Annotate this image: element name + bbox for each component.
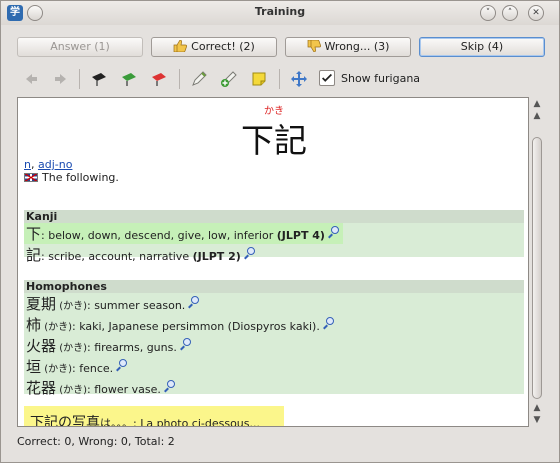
gloss-text: The following. (42, 171, 119, 184)
magnifier-icon[interactable] (179, 338, 193, 352)
homophone-meaning: : flower vase. (87, 383, 161, 396)
scroll-up-arrow-icon[interactable]: ▲ (532, 111, 542, 121)
kanji-char[interactable]: 記 (26, 246, 41, 264)
pos-separator: , (30, 158, 38, 171)
black-tag-icon[interactable] (89, 69, 109, 89)
magnifier-icon[interactable] (243, 247, 257, 261)
homophone-row: 火器 (かき): firearms, guns. (24, 335, 524, 356)
homophone-reading: (かき) (56, 343, 87, 354)
pos-link-n[interactable]: n (24, 158, 31, 171)
red-tag-icon[interactable] (149, 69, 169, 89)
homophone-reading: (かき) (56, 385, 87, 396)
kanji-meaning: : scribe, account, narrative (41, 250, 193, 263)
jlpt-level: (JLPT 4) (276, 229, 325, 242)
homophone-meaning: : firearms, guns. (87, 341, 177, 354)
vertical-scrollbar[interactable]: ▲ ▲ ▲ ▼ (529, 97, 545, 427)
note-icon[interactable] (249, 69, 269, 89)
homophone-row: 夏期 (かき): summer season. (24, 293, 524, 314)
scrollbar-thumb[interactable] (532, 137, 542, 399)
kanji-row: 下: below, down, descend, give, low, infe… (24, 223, 343, 244)
kanji-row: 記: scribe, account, narrative (JLPT 2) (24, 244, 524, 265)
maximize-button[interactable]: ˄ (502, 5, 518, 21)
titlebar[interactable]: 学 Training ˅ ˄ ✕ (1, 1, 559, 25)
pos-link-adj-no[interactable]: adj-no (38, 158, 72, 171)
wrong-button[interactable]: Wrong... (3) (285, 37, 411, 57)
skip-button-label: Skip (4) (460, 40, 504, 53)
wrong-button-label: Wrong... (3) (324, 40, 390, 53)
homophones-section: Homophones 夏期 (かき): summer season. 柿 (かき… (24, 280, 524, 397)
add-entry-icon[interactable] (219, 69, 239, 89)
scroll-down-arrow-icon[interactable]: ▼ (532, 415, 542, 425)
scroll-up-arrow-icon[interactable]: ▲ (532, 99, 542, 109)
uk-flag-icon (24, 173, 38, 182)
homophone-row: 柿 (かき): kaki, Japanese persimmon (Diospy… (24, 314, 524, 335)
scroll-up-arrow-icon[interactable]: ▲ (532, 403, 542, 413)
correct-button-label: Correct! (2) (191, 40, 255, 53)
kanji-header: Kanji (24, 210, 524, 223)
example-translation: : La photo ci-dessous... (133, 417, 260, 427)
show-furigana-checkbox[interactable] (319, 70, 335, 86)
gloss: The following. (24, 171, 119, 184)
answer-button-label: Answer (1) (50, 40, 110, 53)
thumbs-up-icon (173, 40, 188, 52)
status-bar: Correct: 0, Wrong: 0, Total: 2 (17, 435, 175, 448)
homophone-reading: (かき) (41, 322, 72, 333)
forward-icon[interactable] (51, 69, 71, 89)
magnifier-icon[interactable] (115, 359, 129, 373)
kanji-section: Kanji 下: below, down, descend, give, low… (24, 210, 524, 264)
magnifier-icon[interactable] (163, 380, 177, 394)
window-title: Training (254, 5, 306, 18)
homophone-word[interactable]: 垣 (26, 358, 41, 376)
correct-button[interactable]: Correct! (2) (151, 37, 277, 57)
jlpt-level: (JLPT 2) (192, 250, 241, 263)
homophone-meaning: : fence. (72, 362, 114, 375)
example-sentence: 下記の写真は。。。: La photo ci-dessous... (24, 406, 284, 427)
headword: 下記 (241, 121, 307, 160)
toolbar-separator (279, 69, 280, 89)
example-japanese-tail: は。。。 (100, 417, 133, 427)
homophone-word[interactable]: 柿 (26, 316, 41, 334)
checkmark-icon (322, 73, 332, 82)
entry-view: かき 下記 n, adj-no The following. Kanji 下: … (17, 97, 529, 427)
homophone-reading: (かき) (41, 364, 72, 375)
homophone-row: 花器 (かき): flower vase. (24, 377, 524, 398)
homophone-meaning: : kaki, Japanese persimmon (Diospyros ka… (72, 320, 320, 333)
toolbar-separator (79, 69, 80, 89)
magnifier-icon[interactable] (322, 317, 336, 331)
close-button[interactable]: ✕ (528, 5, 544, 21)
toolbar-separator (179, 69, 180, 89)
minimize-button[interactable]: ˅ (480, 5, 496, 21)
training-window: 学 Training ˅ ˄ ✕ Answer (1) Correct! (2)… (0, 0, 560, 463)
edit-entry-icon[interactable] (189, 69, 209, 89)
magnifier-icon[interactable] (327, 226, 341, 240)
move-icon[interactable] (289, 69, 309, 89)
kanji-meaning: : below, down, descend, give, low, infer… (41, 229, 277, 242)
back-icon[interactable] (21, 69, 41, 89)
show-furigana-label[interactable]: Show furigana (341, 72, 420, 85)
answer-button[interactable]: Answer (1) (17, 37, 143, 57)
thumbs-down-icon (307, 40, 321, 52)
green-tag-icon[interactable] (119, 69, 139, 89)
magnifier-icon[interactable] (187, 296, 201, 310)
homophones-header: Homophones (24, 280, 524, 293)
example-japanese[interactable]: 下記の写真 (30, 415, 100, 426)
homophone-reading: (かき) (56, 301, 87, 312)
homophone-word[interactable]: 火器 (26, 337, 56, 355)
homophone-meaning: : summer season. (87, 299, 186, 312)
kanji-char[interactable]: 下 (26, 225, 41, 243)
part-of-speech: n, adj-no (24, 158, 72, 171)
skip-button[interactable]: Skip (4) (419, 37, 545, 57)
homophone-row: 垣 (かき): fence. (24, 356, 524, 377)
homophone-word[interactable]: 花器 (26, 379, 56, 397)
homophone-word[interactable]: 夏期 (26, 295, 56, 313)
